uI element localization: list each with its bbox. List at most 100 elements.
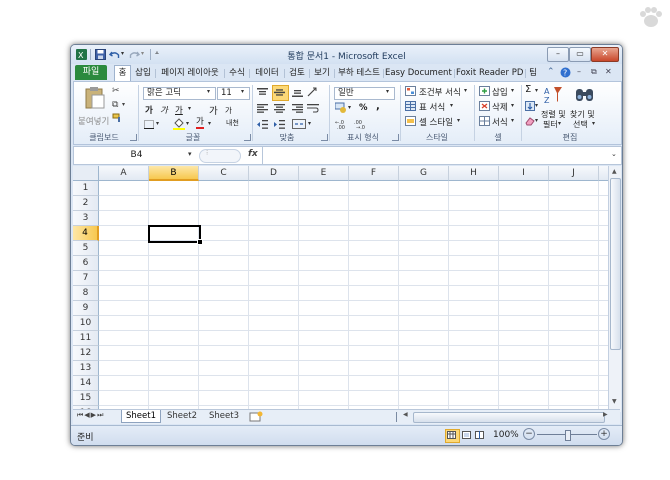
tab-foxit-reader[interactable]: Foxit Reader PDF [456, 66, 524, 80]
row-header-9[interactable]: 9 [73, 301, 99, 316]
doc-minimize-icon[interactable]: – [577, 67, 581, 76]
paste-icon[interactable] [84, 86, 106, 110]
column-header-f[interactable]: F [349, 166, 399, 181]
row-header-7[interactable]: 7 [73, 271, 99, 286]
row-header-15[interactable]: 15 [73, 391, 99, 406]
number-format-dropdown-icon[interactable]: ▾ [386, 88, 389, 95]
format-painter-icon[interactable] [112, 113, 122, 123]
format-cells-label[interactable]: 서식 [492, 116, 508, 128]
clear-dropdown-icon[interactable]: ▾ [535, 117, 538, 124]
doc-close-icon[interactable]: ✕ [605, 67, 612, 76]
number-launcher-icon[interactable] [392, 134, 399, 141]
sheet-tab-sheet3[interactable]: Sheet3 [205, 410, 243, 422]
column-header-h[interactable]: H [449, 166, 499, 181]
cut-icon[interactable]: ✂ [112, 86, 120, 96]
autosum-dropdown-icon[interactable]: ▾ [535, 87, 538, 94]
sort-filter-icon[interactable]: AZ [544, 85, 564, 105]
doc-restore-icon[interactable]: ⧉ [591, 67, 597, 77]
font-size-select[interactable]: 11 [217, 87, 250, 100]
comma-style-button[interactable]: , [376, 101, 380, 112]
align-center-icon[interactable] [274, 104, 285, 113]
insert-function-button[interactable]: fx [248, 149, 258, 159]
find-select-dropdown-icon[interactable]: ▾ [592, 120, 595, 127]
name-box[interactable]: B4 [74, 147, 199, 164]
fill-handle[interactable] [197, 239, 203, 245]
merge-dropdown-icon[interactable]: ▾ [308, 120, 311, 127]
scroll-right-icon[interactable]: ▶ [603, 411, 608, 418]
column-header-d[interactable]: D [249, 166, 299, 181]
vertical-scroll-thumb[interactable] [610, 178, 621, 350]
align-left-icon[interactable] [257, 104, 268, 113]
page-layout-view-icon[interactable] [462, 431, 471, 439]
expand-formula-bar-icon[interactable]: ⌄ [611, 150, 617, 158]
accounting-dropdown-icon[interactable]: ▾ [348, 104, 351, 111]
tab-page-layout[interactable]: 페이지 레이아웃 [157, 66, 223, 80]
file-tab[interactable]: 파일 [75, 65, 107, 80]
close-button[interactable]: ✕ [591, 47, 619, 62]
orientation-icon[interactable] [307, 87, 319, 97]
format-as-table-label[interactable]: 표 서식 [419, 101, 445, 113]
clear-icon[interactable] [525, 116, 535, 126]
insert-cells-label[interactable]: 삽입 [492, 86, 508, 98]
autosum-button[interactable]: Σ [525, 84, 531, 95]
font-color-dropdown-icon[interactable]: ▾ [208, 120, 211, 127]
scroll-up-icon[interactable]: ▲ [612, 168, 617, 175]
column-header-c[interactable]: C [199, 166, 249, 181]
font-name-select[interactable]: 맑은 고딕 [143, 87, 216, 100]
column-header-i[interactable]: I [499, 166, 549, 181]
tab-view[interactable]: 보기 [311, 66, 333, 80]
percent-style-button[interactable]: % [359, 103, 368, 113]
minimize-ribbon-icon[interactable]: ⌃ [547, 67, 555, 77]
column-header-g[interactable]: G [399, 166, 449, 181]
delete-cells-dropdown-icon[interactable]: ▾ [511, 102, 514, 109]
tab-data[interactable]: 데이터 [251, 66, 283, 80]
row-header-11[interactable]: 11 [73, 331, 99, 346]
column-header-b[interactable]: B [149, 166, 199, 181]
merge-center-icon[interactable] [292, 119, 306, 129]
cell-styles-label[interactable]: 셀 스타일 [419, 116, 453, 128]
tab-team[interactable]: 팀 [527, 66, 539, 80]
align-top-icon[interactable] [257, 88, 268, 97]
wrap-text-icon[interactable] [307, 104, 319, 113]
underline-button[interactable]: 가 [175, 104, 183, 116]
tab-easy-document[interactable]: Easy Document C [385, 66, 453, 80]
find-select-icon[interactable] [574, 85, 596, 105]
row-header-5[interactable]: 5 [73, 241, 99, 256]
borders-dropdown-icon[interactable]: ▾ [156, 120, 159, 127]
paste-label[interactable]: 붙여넣기 [78, 115, 109, 127]
decrease-decimal-icon[interactable]: .00→.0 [354, 119, 368, 129]
copy-icon[interactable]: ⧉ [112, 100, 118, 110]
column-header-j[interactable]: J [549, 166, 599, 181]
alignment-launcher-icon[interactable] [321, 134, 328, 141]
worksheet-grid[interactable]: ABCDEFGHIJ12345678910111213141516 [73, 166, 608, 409]
column-header-e[interactable]: E [299, 166, 349, 181]
conditional-formatting-label[interactable]: 조건부 서식 [419, 86, 461, 98]
row-header-13[interactable]: 13 [73, 361, 99, 376]
decrease-indent-icon[interactable] [257, 120, 268, 129]
sheet-tab-sheet2[interactable]: Sheet2 [163, 410, 201, 422]
minimize-button[interactable]: – [547, 47, 569, 62]
scroll-down-icon[interactable]: ▼ [612, 398, 617, 405]
zoom-in-button[interactable]: + [598, 428, 610, 440]
help-icon[interactable]: ? [560, 67, 571, 78]
format-cells-dropdown-icon[interactable]: ▾ [511, 117, 514, 124]
increase-decimal-icon[interactable]: ←.0.00 [335, 119, 349, 129]
zoom-out-button[interactable]: − [523, 428, 535, 440]
select-all-corner[interactable] [73, 166, 99, 181]
formula-input[interactable] [262, 147, 613, 164]
name-box-dropdown-icon[interactable]: ▾ [188, 150, 192, 158]
fill-color-dropdown-icon[interactable]: ▾ [186, 120, 189, 127]
clipboard-launcher-icon[interactable] [130, 134, 137, 141]
font-size-dropdown-icon[interactable]: ▾ [241, 88, 244, 95]
copy-dropdown-icon[interactable]: ▾ [122, 101, 125, 108]
tab-load-test[interactable]: 부하 테스트 [336, 66, 382, 80]
sheet-nav-icons[interactable]: ⏮◀▶⏭ [77, 411, 104, 420]
fill-icon[interactable] [525, 101, 535, 111]
italic-button[interactable]: 가 [160, 104, 168, 116]
row-header-14[interactable]: 14 [73, 376, 99, 391]
row-header-12[interactable]: 12 [73, 346, 99, 361]
row-header-1[interactable]: 1 [73, 181, 99, 196]
decrease-font-button[interactable]: 가 [225, 105, 232, 116]
increase-font-button[interactable]: 가 [209, 103, 218, 117]
tab-home[interactable]: 홈 [114, 65, 131, 82]
